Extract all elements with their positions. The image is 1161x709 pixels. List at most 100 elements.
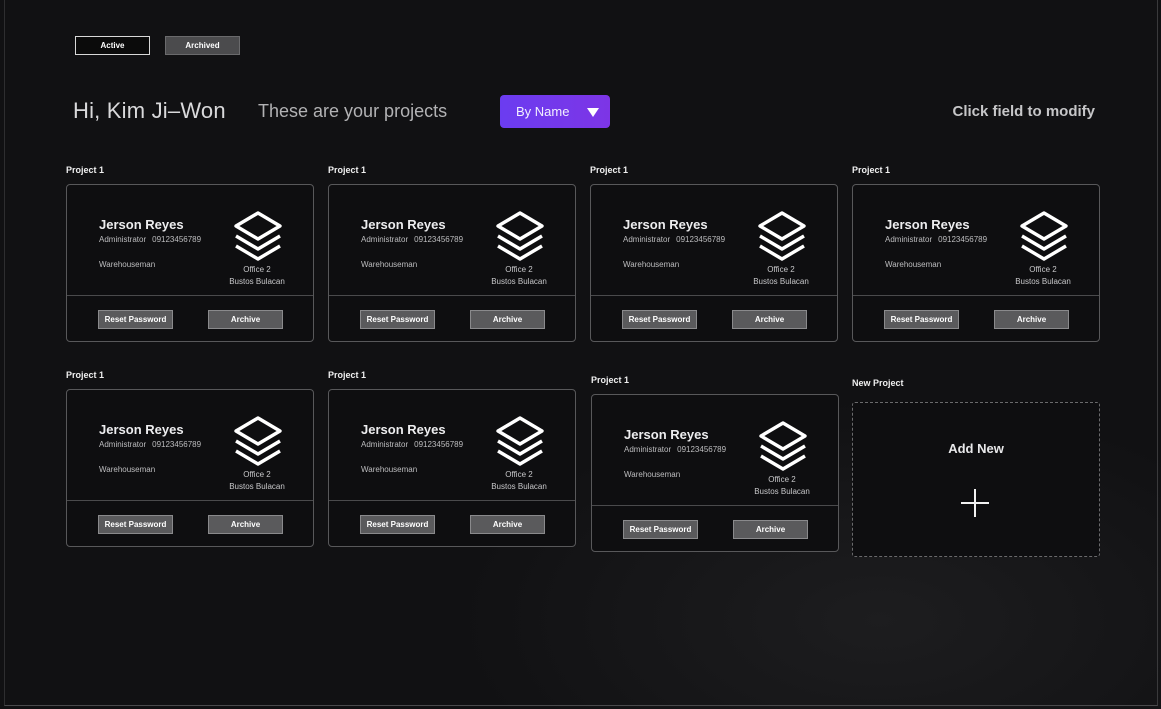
card-divider	[67, 500, 313, 501]
office-name: Office 2	[505, 470, 533, 479]
stack-layers-icon	[234, 416, 282, 466]
project-card[interactable]: Jerson Reyes Administrator 09123456789 Wa…	[328, 184, 576, 342]
member-name[interactable]: Jerson Reyes	[624, 427, 709, 442]
member-job[interactable]: Warehouseman	[885, 260, 941, 269]
reset-password-button[interactable]: Reset Password	[622, 310, 697, 329]
reset-password-button[interactable]: Reset Password	[360, 515, 435, 534]
project-card[interactable]: Jerson Reyes Administrator 09123456789 Wa…	[852, 184, 1100, 342]
office-location[interactable]: Office 2 Bustos Bulacan	[741, 264, 821, 288]
archive-button[interactable]: Archive	[470, 515, 545, 534]
office-city: Bustos Bulacan	[491, 482, 547, 491]
archive-button[interactable]: Archive	[733, 520, 808, 539]
member-role[interactable]: Administrator	[99, 235, 146, 244]
member-role-line: Administrator 09123456789	[99, 440, 201, 449]
member-role-line: Administrator 09123456789	[99, 235, 201, 244]
member-phone[interactable]: 09123456789	[152, 440, 201, 449]
office-city: Bustos Bulacan	[754, 487, 810, 496]
project-title: Project 1	[590, 165, 629, 175]
project-card-wrapper: Project 1 Jerson Reyes Administrator 0912…	[591, 375, 839, 552]
office-name: Office 2	[1029, 265, 1057, 274]
page-subtitle: These are your projects	[258, 101, 448, 121]
member-role[interactable]: Administrator	[624, 445, 671, 454]
member-name[interactable]: Jerson Reyes	[361, 217, 446, 232]
office-city: Bustos Bulacan	[1015, 277, 1071, 286]
member-name[interactable]: Jerson Reyes	[99, 422, 184, 437]
modify-hint: Click field to modify	[952, 103, 1095, 120]
project-title: Project 1	[66, 165, 105, 175]
member-role-line: Administrator 09123456789	[361, 440, 463, 449]
member-role[interactable]: Administrator	[361, 440, 408, 449]
card-divider	[329, 295, 575, 296]
member-role-line: Administrator 09123456789	[623, 235, 725, 244]
project-card-wrapper: Project 1 Jerson Reyes Administrator 0912…	[328, 165, 576, 342]
member-phone[interactable]: 09123456789	[152, 235, 201, 244]
member-name[interactable]: Jerson Reyes	[361, 422, 446, 437]
member-job[interactable]: Warehouseman	[361, 465, 417, 474]
card-divider	[329, 500, 575, 501]
new-project-wrapper: New Project Add New	[852, 378, 1100, 557]
member-job[interactable]: Warehouseman	[99, 260, 155, 269]
office-location[interactable]: Office 2 Bustos Bulacan	[479, 469, 559, 493]
tab-archived[interactable]: Archived	[165, 36, 240, 55]
office-location[interactable]: Office 2 Bustos Bulacan	[479, 264, 559, 288]
archive-button[interactable]: Archive	[208, 515, 283, 534]
project-card[interactable]: Jerson Reyes Administrator 09123456789 Wa…	[591, 394, 839, 552]
stack-layers-icon	[496, 416, 544, 466]
member-job[interactable]: Warehouseman	[623, 260, 679, 269]
office-city: Bustos Bulacan	[229, 277, 285, 286]
office-location[interactable]: Office 2 Bustos Bulacan	[742, 474, 822, 498]
member-role[interactable]: Administrator	[361, 235, 408, 244]
project-card[interactable]: Jerson Reyes Administrator 09123456789 Wa…	[590, 184, 838, 342]
reset-password-button[interactable]: Reset Password	[98, 310, 173, 329]
member-phone[interactable]: 09123456789	[677, 445, 726, 454]
member-phone[interactable]: 09123456789	[676, 235, 725, 244]
member-job[interactable]: Warehouseman	[361, 260, 417, 269]
member-phone[interactable]: 09123456789	[414, 440, 463, 449]
reset-password-button[interactable]: Reset Password	[98, 515, 173, 534]
reset-password-button[interactable]: Reset Password	[884, 310, 959, 329]
add-new-label: Add New	[948, 441, 1004, 456]
member-role[interactable]: Administrator	[623, 235, 670, 244]
member-role-line: Administrator 09123456789	[885, 235, 987, 244]
reset-password-button[interactable]: Reset Password	[623, 520, 698, 539]
member-job[interactable]: Warehouseman	[624, 470, 680, 479]
stack-layers-icon	[758, 211, 806, 261]
member-role-line: Administrator 09123456789	[624, 445, 726, 454]
member-phone[interactable]: 09123456789	[938, 235, 987, 244]
member-name[interactable]: Jerson Reyes	[885, 217, 970, 232]
member-role[interactable]: Administrator	[885, 235, 932, 244]
stack-layers-icon	[496, 211, 544, 261]
caret-down-icon	[587, 108, 599, 117]
new-project-title: New Project	[852, 378, 904, 388]
office-location[interactable]: Office 2 Bustos Bulacan	[1003, 264, 1083, 288]
project-title: Project 1	[328, 370, 367, 380]
card-divider	[591, 295, 837, 296]
member-phone[interactable]: 09123456789	[414, 235, 463, 244]
project-card-wrapper: Project 1 Jerson Reyes Administrator 0912…	[852, 165, 1100, 342]
greeting-title: Hi, Kim Ji–Won	[73, 98, 226, 123]
archive-button[interactable]: Archive	[732, 310, 807, 329]
project-card[interactable]: Jerson Reyes Administrator 09123456789 Wa…	[66, 389, 314, 547]
archive-button[interactable]: Archive	[208, 310, 283, 329]
plus-icon	[961, 489, 989, 517]
member-role[interactable]: Administrator	[99, 440, 146, 449]
card-divider	[592, 505, 838, 506]
project-card[interactable]: Jerson Reyes Administrator 09123456789 Wa…	[66, 184, 314, 342]
office-location[interactable]: Office 2 Bustos Bulacan	[217, 264, 297, 288]
tab-active[interactable]: Active	[75, 36, 150, 55]
archive-button[interactable]: Archive	[994, 310, 1069, 329]
archive-button[interactable]: Archive	[470, 310, 545, 329]
project-title: Project 1	[66, 370, 105, 380]
add-new-project-card[interactable]: Add New	[852, 402, 1100, 557]
sort-dropdown[interactable]: By Name	[500, 95, 610, 128]
reset-password-button[interactable]: Reset Password	[360, 310, 435, 329]
member-name[interactable]: Jerson Reyes	[623, 217, 708, 232]
project-card[interactable]: Jerson Reyes Administrator 09123456789 Wa…	[328, 389, 576, 547]
stack-layers-icon	[759, 421, 807, 471]
office-name: Office 2	[505, 265, 533, 274]
project-card-wrapper: Project 1 Jerson Reyes Administrator 0912…	[328, 370, 576, 547]
member-job[interactable]: Warehouseman	[99, 465, 155, 474]
member-name[interactable]: Jerson Reyes	[99, 217, 184, 232]
office-location[interactable]: Office 2 Bustos Bulacan	[217, 469, 297, 493]
project-card-wrapper: Project 1 Jerson Reyes Administrator 0912…	[66, 370, 314, 547]
